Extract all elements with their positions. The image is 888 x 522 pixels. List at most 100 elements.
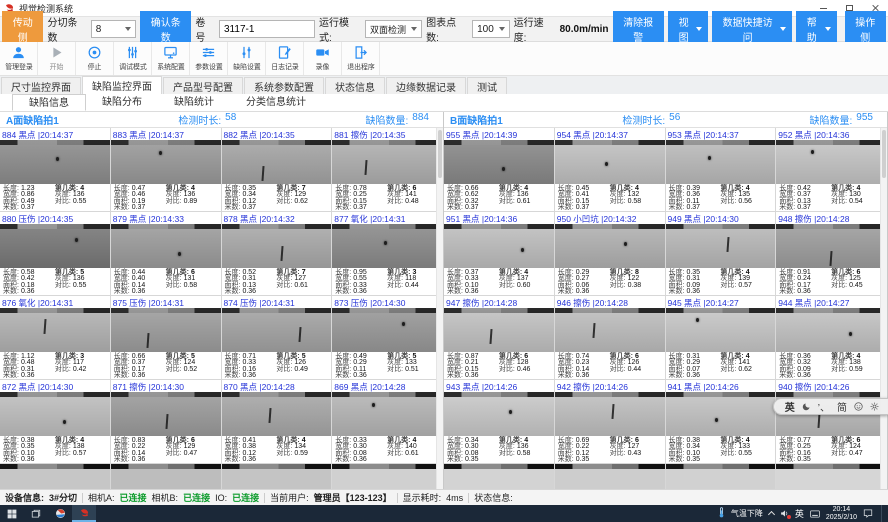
main-tab[interactable]: 产品型号配置	[163, 77, 243, 94]
defect-image[interactable]	[0, 140, 110, 184]
toolbar-button-exit[interactable]: 退出程序	[342, 42, 380, 75]
chart-points-dropdown[interactable]: 100	[472, 20, 510, 38]
taskbar-app-inspection[interactable]	[72, 505, 96, 522]
defect-image[interactable]	[555, 392, 665, 436]
task-view-button[interactable]	[24, 505, 48, 522]
defect-image[interactable]	[555, 140, 665, 184]
defect-cell-partial[interactable]	[111, 464, 222, 489]
defect-cell[interactable]: 943 黑点 |20:14:26 长度:0.34宽度:0.30面积:0.08米数…	[444, 380, 555, 464]
ime-indicator[interactable]: 英	[795, 507, 804, 520]
defect-image[interactable]	[444, 308, 554, 352]
main-tab[interactable]: 尺寸监控界面	[1, 77, 81, 94]
defect-cell[interactable]: 955 黑点 |20:14:39 长度:0.66宽度:0.62面积:0.32米数…	[444, 128, 555, 212]
defect-cell[interactable]: 945 黑点 |20:14:27 长度:0.31宽度:0.29面积:0.07米数…	[666, 296, 777, 380]
defect-cell[interactable]: 946 擦伤 |20:14:28 长度:0.74宽度:0.23面积:0.14米数…	[555, 296, 666, 380]
keyboard-icon[interactable]	[810, 505, 820, 522]
scrollbar-thumb[interactable]	[882, 130, 886, 178]
defect-cell-partial[interactable]	[666, 464, 777, 489]
taskbar-clock[interactable]: 20:14 2025/2/10	[826, 506, 857, 521]
defect-image[interactable]	[0, 308, 110, 352]
defect-cell[interactable]: 882 黑点 |20:14:35 长度:0.35宽度:0.34面积:0.12米数…	[222, 128, 333, 212]
defect-image[interactable]	[666, 140, 776, 184]
defect-image[interactable]	[555, 308, 665, 352]
toolbar-button-sliders-v[interactable]: 调试模式	[114, 42, 152, 75]
gear-icon[interactable]	[870, 402, 879, 411]
defect-cell[interactable]: 879 黑点 |20:14:33 长度:0.44宽度:0.40面积:0.14米数…	[111, 212, 222, 296]
taskbar-app-browser[interactable]	[48, 505, 72, 522]
defect-cell[interactable]: 948 擦伤 |20:14:28 长度:0.91宽度:0.24面积:0.17米数…	[776, 212, 887, 296]
main-tab[interactable]: 状态信息	[325, 77, 385, 94]
defect-image[interactable]	[555, 224, 665, 268]
defect-image[interactable]	[0, 392, 110, 436]
defect-image[interactable]	[222, 224, 332, 268]
defect-image[interactable]	[776, 224, 886, 268]
main-tab[interactable]: 边缘数据记录	[386, 77, 466, 94]
defect-cell[interactable]: 873 压伤 |20:14:30 长度:0.49宽度:0.29面积:0.11米数…	[332, 296, 443, 380]
emoji-icon[interactable]	[854, 402, 863, 411]
defect-cell-partial[interactable]	[555, 464, 666, 489]
defect-cell[interactable]: 942 擦伤 |20:14:26 长度:0.69宽度:0.22面积:0.12米数…	[555, 380, 666, 464]
action-center-icon[interactable]	[863, 505, 873, 522]
defect-cell[interactable]: 949 黑点 |20:14:30 长度:0.35宽度:0.31面积:0.09米数…	[666, 212, 777, 296]
defect-cell-partial[interactable]	[332, 464, 443, 489]
sub-tab[interactable]: 分类信息统计	[230, 95, 322, 111]
defect-cell[interactable]: 883 黑点 |20:14:37 长度:0.47宽度:0.46面积:0.19米数…	[111, 128, 222, 212]
ime-punctuation-toggle[interactable]: ’、	[818, 399, 830, 414]
defect-image[interactable]	[332, 392, 442, 436]
scrollbar-thumb[interactable]	[438, 130, 442, 178]
defect-cell[interactable]: 876 氧化 |20:14:31 长度:1.12宽度:0.48面积:0.31米数…	[0, 296, 111, 380]
show-desktop-button[interactable]	[881, 505, 884, 522]
defect-image[interactable]	[332, 308, 442, 352]
defect-cell[interactable]: 951 黑点 |20:14:36 长度:0.37宽度:0.33面积:0.10米数…	[444, 212, 555, 296]
main-tab[interactable]: 系统参数配置	[244, 77, 324, 94]
toolbar-button-user[interactable]: 管理登录	[0, 42, 38, 75]
defect-cell-partial[interactable]	[0, 464, 111, 489]
defect-image[interactable]	[332, 224, 442, 268]
defect-image[interactable]	[111, 224, 221, 268]
defect-image[interactable]	[222, 392, 332, 436]
defect-cell[interactable]: 870 黑点 |20:14:28 长度:0.41宽度:0.38面积:0.12米数…	[222, 380, 333, 464]
toolbar-button-play[interactable]: 开始	[38, 42, 76, 75]
defect-cell[interactable]: 878 黑点 |20:14:32 长度:0.52宽度:0.31面积:0.13米数…	[222, 212, 333, 296]
sub-tab[interactable]: 缺陷分布	[86, 95, 158, 111]
start-button[interactable]	[0, 505, 24, 522]
ime-lang-toggle[interactable]: 英	[785, 399, 795, 414]
defect-image[interactable]	[666, 392, 776, 436]
defect-image[interactable]	[332, 140, 442, 184]
defect-cell[interactable]: 877 氧化 |20:14:31 长度:0.95宽度:0.55面积:0.33米数…	[332, 212, 443, 296]
defect-cell[interactable]: 869 黑点 |20:14:28 长度:0.33宽度:0.30面积:0.08米数…	[332, 380, 443, 464]
defect-image[interactable]	[444, 140, 554, 184]
defect-cell[interactable]: 874 压伤 |20:14:31 长度:0.71宽度:0.33面积:0.16米数…	[222, 296, 333, 380]
ime-simplified-toggle[interactable]: 简	[837, 399, 847, 414]
main-tab[interactable]: 缺陷监控界面	[82, 76, 162, 94]
tray-expand-icon[interactable]	[768, 511, 775, 518]
defect-cell[interactable]: 875 压伤 |20:14:31 长度:0.66宽度:0.37面积:0.17米数…	[111, 296, 222, 380]
defect-image[interactable]	[111, 308, 221, 352]
defect-cell[interactable]: 941 黑点 |20:14:26 长度:0.38宽度:0.34面积:0.10米数…	[666, 380, 777, 464]
toolbar-button-journal[interactable]: 日志记录	[266, 42, 304, 75]
defect-image[interactable]	[222, 308, 332, 352]
defect-image[interactable]	[111, 392, 221, 436]
toolbar-button-sliders-v2[interactable]: 缺陷设置	[228, 42, 266, 75]
defect-image[interactable]	[666, 224, 776, 268]
run-mode-dropdown[interactable]: 双面检测	[365, 20, 422, 38]
defect-image[interactable]	[444, 392, 554, 436]
strip-count-dropdown[interactable]: 8	[91, 20, 136, 38]
defect-cell[interactable]: 940 擦伤 |20:14:26 长度:0.77宽度:0.25面积:0.16米数…	[776, 380, 887, 464]
defect-cell[interactable]: 954 黑点 |20:14:37 长度:0.45宽度:0.41面积:0.15米数…	[555, 128, 666, 212]
roll-number-input[interactable]	[219, 20, 315, 38]
toolbar-button-stop[interactable]: 停止	[76, 42, 114, 75]
defect-cell[interactable]: 947 擦伤 |20:14:28 长度:0.87宽度:0.21面积:0.15米数…	[444, 296, 555, 380]
defect-cell[interactable]: 950 小凹坑 |20:14:32 长度:0.29宽度:0.27面积:0.06米…	[555, 212, 666, 296]
main-tab[interactable]: 测试	[467, 77, 507, 94]
sub-tab[interactable]: 缺陷信息	[12, 94, 86, 111]
panel-a-scrollbar[interactable]	[436, 128, 443, 489]
defect-cell[interactable]: 881 擦伤 |20:14:35 长度:0.78宽度:0.25面积:0.15米数…	[332, 128, 443, 212]
volume-button[interactable]	[780, 509, 789, 518]
defect-cell-partial[interactable]	[444, 464, 555, 489]
defect-cell[interactable]: 871 擦伤 |20:14:30 长度:0.83宽度:0.22面积:0.14米数…	[111, 380, 222, 464]
defect-image[interactable]	[111, 140, 221, 184]
thermometer-icon[interactable]	[718, 505, 725, 522]
defect-image[interactable]	[666, 308, 776, 352]
defect-cell[interactable]: 952 黑点 |20:14:36 长度:0.42宽度:0.37面积:0.13米数…	[776, 128, 887, 212]
